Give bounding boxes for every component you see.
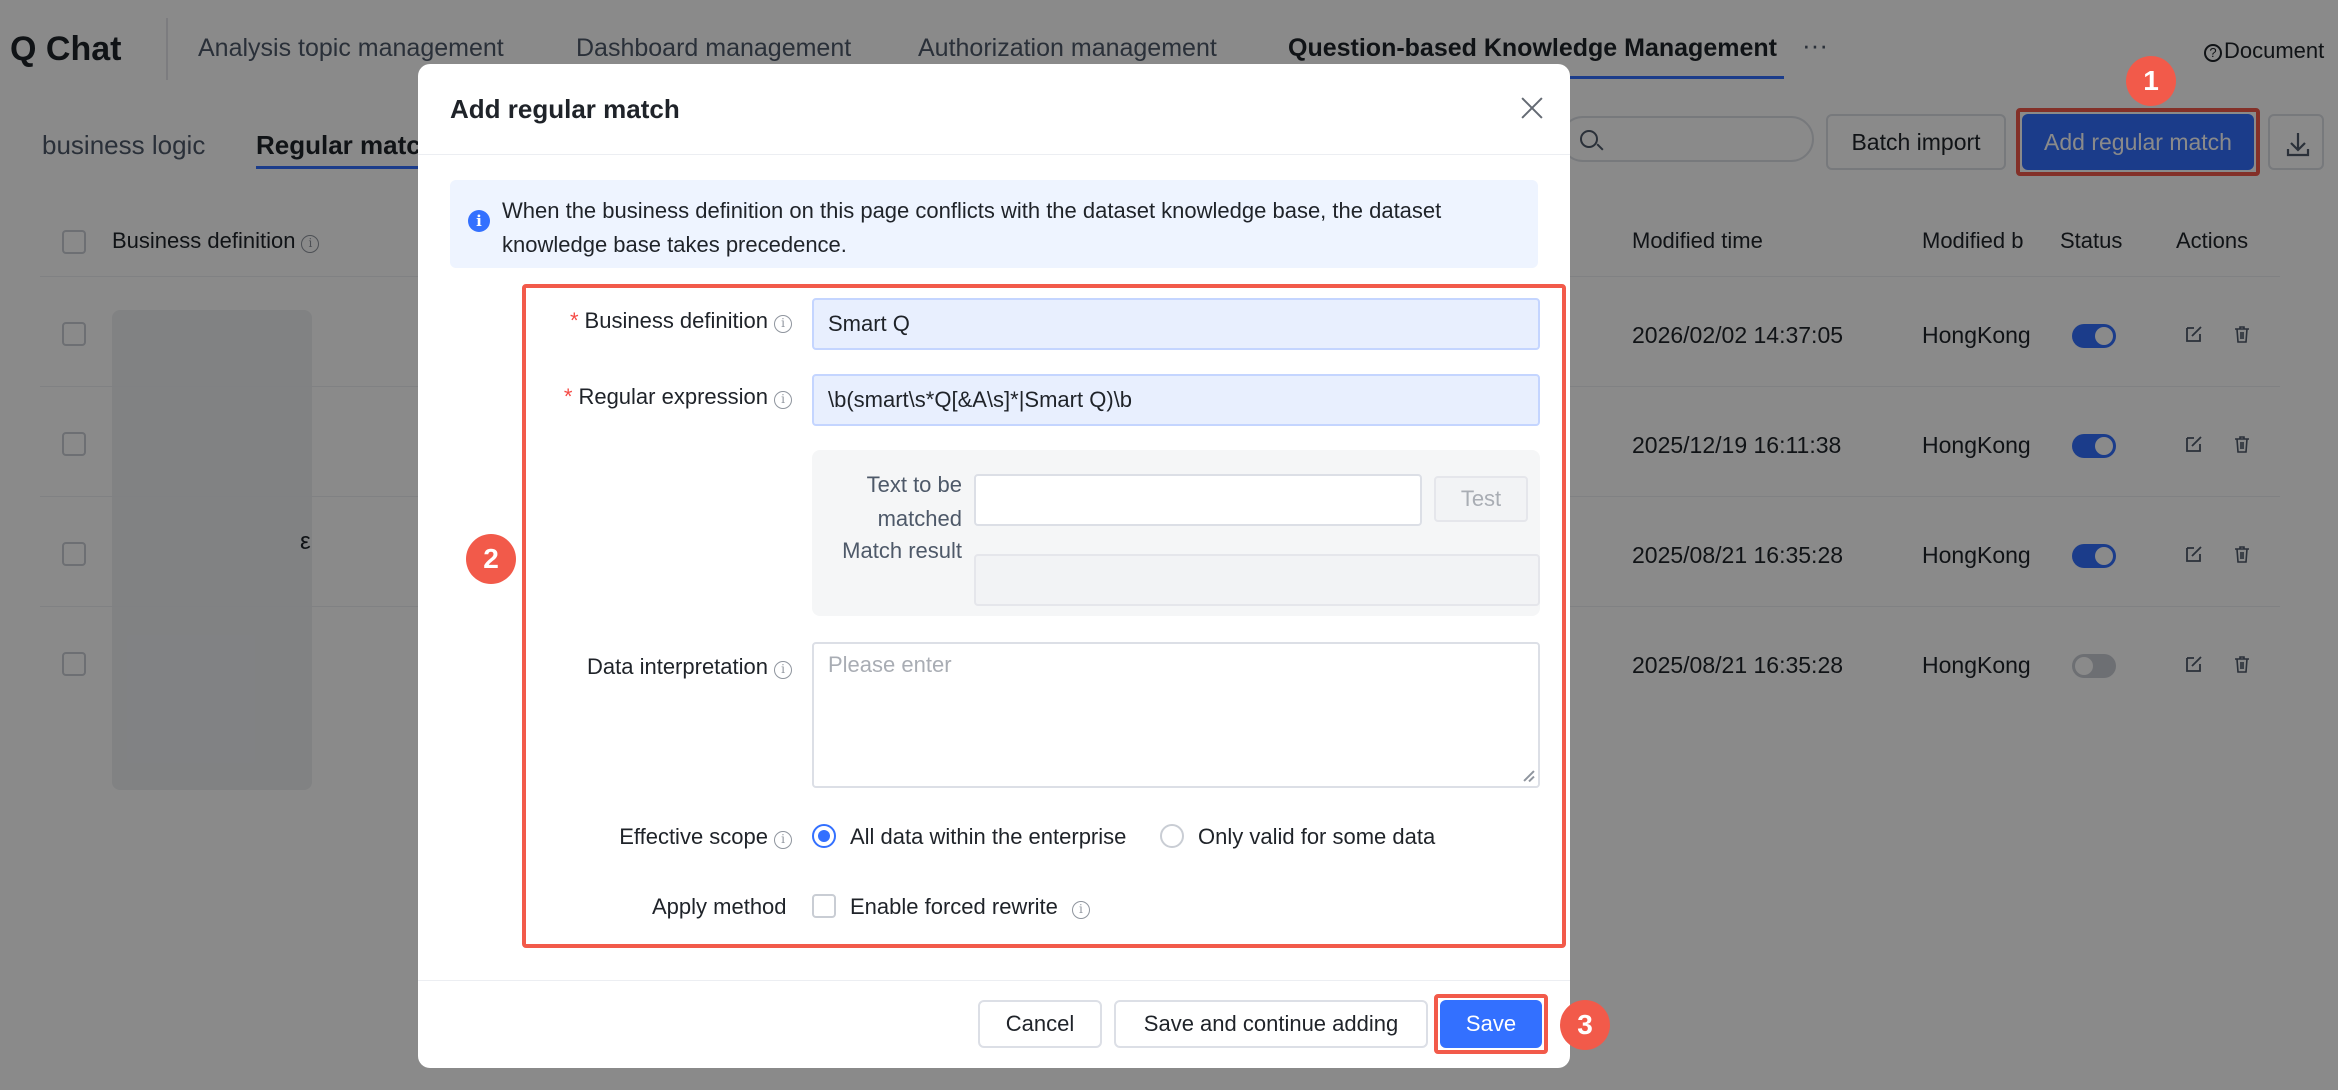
regular-expression-label-text: Regular expression — [578, 384, 768, 409]
textarea-placeholder: Please enter — [828, 652, 952, 677]
forced-rewrite-checkbox[interactable] — [812, 894, 836, 918]
test-button[interactable]: Test — [1434, 476, 1528, 522]
regex-test-panel: Text to be matched Test Match result — [812, 450, 1540, 616]
info-alert: i When the business definition on this p… — [450, 180, 1538, 268]
business-definition-label-text: Business definition — [584, 308, 768, 333]
required-mark: * — [563, 384, 573, 409]
info-alert-text: When the business definition on this pag… — [502, 198, 1442, 257]
info-icon[interactable]: i — [774, 391, 792, 409]
match-result-label: Match result — [842, 538, 962, 563]
effective-scope-label: Effective scope i — [558, 824, 792, 850]
scope-option-label[interactable]: Only valid for some data — [1198, 824, 1435, 850]
cancel-button[interactable]: Cancel — [978, 1000, 1102, 1048]
regular-expression-input[interactable]: \b(smart\s*Q[&A\s]*|Smart Q)\b — [812, 374, 1540, 426]
scope-radio-some-data[interactable] — [1160, 824, 1184, 848]
business-definition-input[interactable]: Smart Q — [812, 298, 1540, 350]
forced-rewrite-option[interactable]: Enable forced rewrite i — [850, 894, 1090, 920]
info-icon: i — [468, 210, 490, 232]
scope-option-label[interactable]: All data within the enterprise — [850, 824, 1126, 850]
info-icon[interactable]: i — [774, 315, 792, 333]
required-mark: * — [569, 308, 579, 333]
data-interpretation-label: Data interpretation i — [558, 654, 792, 680]
step-marker-1: 1 — [2126, 56, 2176, 106]
data-interpretation-label-text: Data interpretation — [587, 654, 768, 679]
resize-handle-icon[interactable] — [1522, 770, 1534, 782]
text-to-be-matched-label: Text to be matched — [866, 472, 962, 531]
scope-radio-all-data[interactable] — [812, 824, 836, 848]
info-icon[interactable]: i — [1071, 901, 1090, 919]
divider — [418, 980, 1570, 981]
info-icon[interactable]: i — [774, 831, 792, 849]
dialog-title: Add regular match — [450, 94, 680, 124]
step-marker-3: 3 — [1560, 1000, 1610, 1050]
step-marker-2: 2 — [466, 534, 516, 584]
info-icon[interactable]: i — [774, 661, 792, 679]
highlight-box-save-button — [1434, 994, 1548, 1054]
match-result-field — [974, 554, 1540, 606]
divider — [418, 154, 1570, 155]
forced-rewrite-label: Enable forced rewrite — [850, 894, 1058, 919]
apply-method-label: Apply method — [652, 894, 787, 919]
effective-scope-label-text: Effective scope — [619, 824, 768, 849]
data-interpretation-textarea[interactable]: Please enter — [812, 642, 1540, 788]
save-and-continue-button[interactable]: Save and continue adding — [1114, 1000, 1428, 1048]
business-definition-label: * Business definition i — [558, 308, 792, 334]
add-regular-match-dialog: Add regular match i When the business de… — [418, 64, 1570, 1068]
close-icon[interactable] — [1516, 92, 1548, 124]
text-to-be-matched-input[interactable] — [974, 474, 1422, 526]
regular-expression-label: * Regular expression i — [552, 384, 792, 410]
